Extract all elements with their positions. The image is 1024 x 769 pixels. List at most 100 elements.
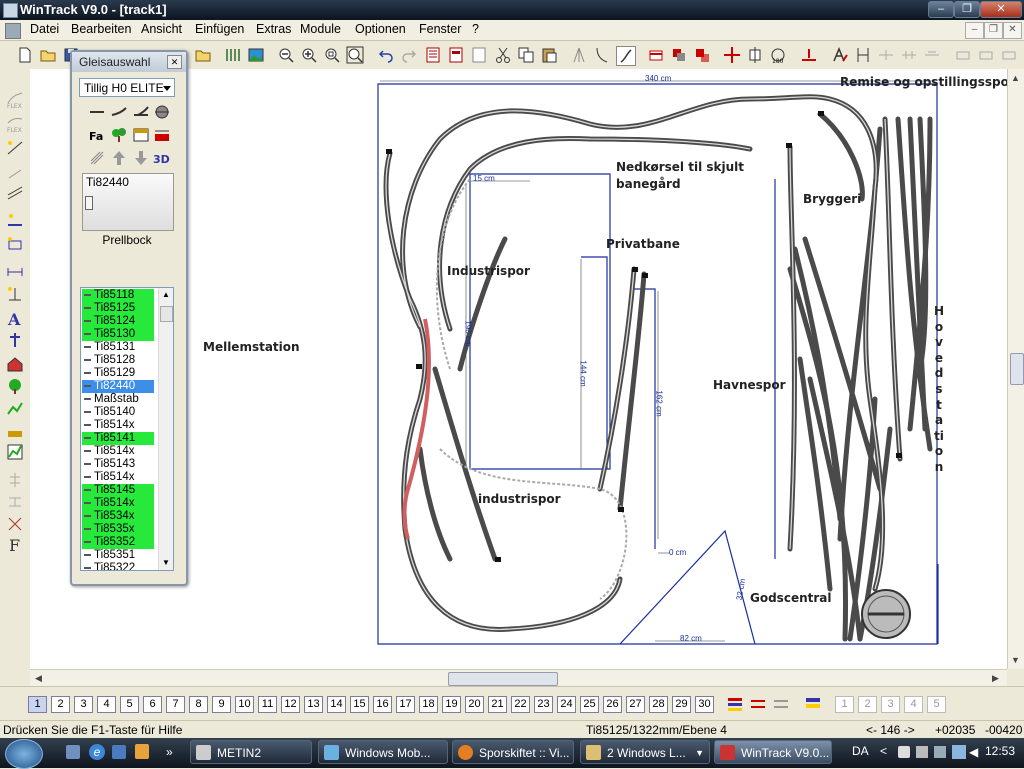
- layer-hide-icon[interactable]: [749, 695, 767, 713]
- page-tab-9[interactable]: 9: [212, 696, 231, 713]
- layer-stack-icon[interactable]: [804, 695, 822, 713]
- 3d-view-icon[interactable]: 3D: [153, 149, 171, 167]
- menu-ansicht[interactable]: Ansicht: [138, 22, 185, 36]
- show-desktop-icon[interactable]: [66, 745, 80, 759]
- graph-tool-icon[interactable]: [6, 443, 24, 461]
- page-tab-7[interactable]: 7: [166, 696, 185, 713]
- flip-icon[interactable]: [923, 46, 941, 64]
- properties-icon[interactable]: [424, 46, 442, 64]
- volume-icon[interactable]: ◀: [969, 745, 981, 759]
- layer-lock-icon[interactable]: [772, 695, 790, 713]
- list-item[interactable]: Ti85145: [82, 484, 154, 497]
- list-icon[interactable]: [447, 46, 465, 64]
- page-tab-29[interactable]: 29: [672, 696, 691, 713]
- switch-track-icon[interactable]: [570, 46, 588, 64]
- road-tool-icon[interactable]: [6, 421, 24, 439]
- list-scrollbar[interactable]: ▲ ▼: [158, 288, 173, 570]
- arrow-tool-icon[interactable]: [6, 163, 24, 181]
- align-icon[interactable]: [877, 46, 895, 64]
- landscape-tool-icon[interactable]: [6, 399, 24, 417]
- switch-windows-icon[interactable]: [112, 745, 126, 759]
- connect-icon[interactable]: [854, 46, 872, 64]
- flex-track-tool-icon[interactable]: FLEX: [6, 91, 24, 110]
- catenary-icon[interactable]: [153, 126, 171, 144]
- module-icon-3[interactable]: [1000, 46, 1018, 64]
- tree-tool-icon[interactable]: [6, 377, 24, 395]
- zoom-all-icon[interactable]: [346, 46, 364, 64]
- task-firefox[interactable]: Sporskiftet :: Vi...: [452, 740, 574, 764]
- doc-minimize-button[interactable]: –: [965, 22, 984, 39]
- library-dropdown[interactable]: Tillig H0 ELITE: [79, 78, 175, 97]
- turnout-icon[interactable]: [132, 103, 150, 121]
- task-metin2[interactable]: METIN2: [190, 740, 312, 764]
- height-marker-icon[interactable]: [6, 211, 24, 229]
- layer-page-4[interactable]: 4: [904, 696, 923, 713]
- module-icon-2[interactable]: [977, 46, 995, 64]
- layer-page-3[interactable]: 3: [881, 696, 900, 713]
- list-item[interactable]: Ti85128: [82, 354, 154, 367]
- picture-icon[interactable]: [247, 46, 265, 64]
- flex-curve-tool-icon[interactable]: FLEX: [6, 115, 24, 134]
- house-tool-icon[interactable]: [6, 355, 24, 373]
- scroll-right-icon[interactable]: ▶: [992, 673, 999, 684]
- language-indicator[interactable]: DA: [852, 744, 869, 758]
- page-tab-5[interactable]: 5: [120, 696, 139, 713]
- page-tab-16[interactable]: 16: [373, 696, 392, 713]
- list-item[interactable]: Ti85129: [82, 367, 154, 380]
- page-tab-21[interactable]: 21: [488, 696, 507, 713]
- track-draw-icon[interactable]: [6, 139, 24, 157]
- network-icon[interactable]: [952, 745, 966, 759]
- tray-app-icon-3[interactable]: [934, 746, 946, 758]
- internet-explorer-icon[interactable]: e: [89, 744, 105, 760]
- clock[interactable]: 12:53: [985, 744, 1015, 758]
- document-icon[interactable]: [5, 23, 21, 39]
- list-item[interactable]: Ti82440: [82, 380, 154, 393]
- quick-launch-expand-icon[interactable]: »: [166, 745, 173, 759]
- list-item[interactable]: Ti8514x: [82, 419, 154, 432]
- zoom-out-icon[interactable]: [277, 46, 295, 64]
- text-tool-left-icon[interactable]: A: [6, 309, 24, 329]
- font-tool-icon[interactable]: F: [6, 535, 24, 555]
- panel-close-icon[interactable]: ✕: [167, 55, 182, 69]
- dimension-tool-icon[interactable]: [6, 263, 24, 281]
- scroll-down-icon[interactable]: ▼: [1011, 655, 1020, 665]
- redo-icon[interactable]: [400, 46, 418, 64]
- undo-icon[interactable]: [377, 46, 395, 64]
- menu-bearbeiten[interactable]: Bearbeiten: [68, 22, 134, 36]
- module-icon-1[interactable]: [954, 46, 972, 64]
- page-tab-8[interactable]: 8: [189, 696, 208, 713]
- list-item[interactable]: Ti85351: [82, 549, 154, 562]
- move-icon[interactable]: [723, 46, 741, 64]
- new-file-icon[interactable]: [16, 46, 34, 64]
- level-up-icon[interactable]: [110, 149, 128, 167]
- copy-icon[interactable]: [517, 46, 535, 64]
- bridge-tool-icon[interactable]: [6, 185, 24, 203]
- minimize-button[interactable]: –: [928, 1, 954, 18]
- list-item[interactable]: Ti8534x: [82, 510, 154, 523]
- horizontal-scrollbar[interactable]: ◀ ▶: [30, 669, 1007, 687]
- distribute-vertical-icon[interactable]: [6, 493, 24, 511]
- tray-expand-icon[interactable]: <: [880, 744, 887, 758]
- page-tab-3[interactable]: 3: [74, 696, 93, 713]
- flex-track-icon[interactable]: [616, 46, 636, 66]
- page-tab-28[interactable]: 28: [649, 696, 668, 713]
- menu-fenster[interactable]: Fenster: [416, 22, 464, 36]
- list-item[interactable]: Ti85124: [82, 315, 154, 328]
- level-down-icon[interactable]: [132, 149, 150, 167]
- rotate-icon[interactable]: [746, 46, 764, 64]
- curve-track-palette-icon[interactable]: [110, 103, 128, 121]
- page-tab-15[interactable]: 15: [350, 696, 369, 713]
- page-tab-17[interactable]: 17: [396, 696, 415, 713]
- doc-close-button[interactable]: ✕: [1003, 22, 1022, 39]
- layer-page-1[interactable]: 1: [835, 696, 854, 713]
- maximize-button[interactable]: ❐: [954, 1, 980, 18]
- menu-einfuegen[interactable]: Einfügen: [192, 22, 247, 36]
- scroll-up-icon[interactable]: ▲: [1011, 73, 1020, 83]
- layers-icon[interactable]: [726, 695, 744, 713]
- task-windows-mobile[interactable]: Windows Mob...: [318, 740, 448, 764]
- layer-page-5[interactable]: 5: [927, 696, 946, 713]
- task-wintrack[interactable]: WinTrack V9.0...: [714, 740, 832, 764]
- align-vertical-icon[interactable]: [6, 471, 24, 489]
- scissors-tool-icon[interactable]: [6, 515, 24, 533]
- building-icon[interactable]: [132, 126, 150, 144]
